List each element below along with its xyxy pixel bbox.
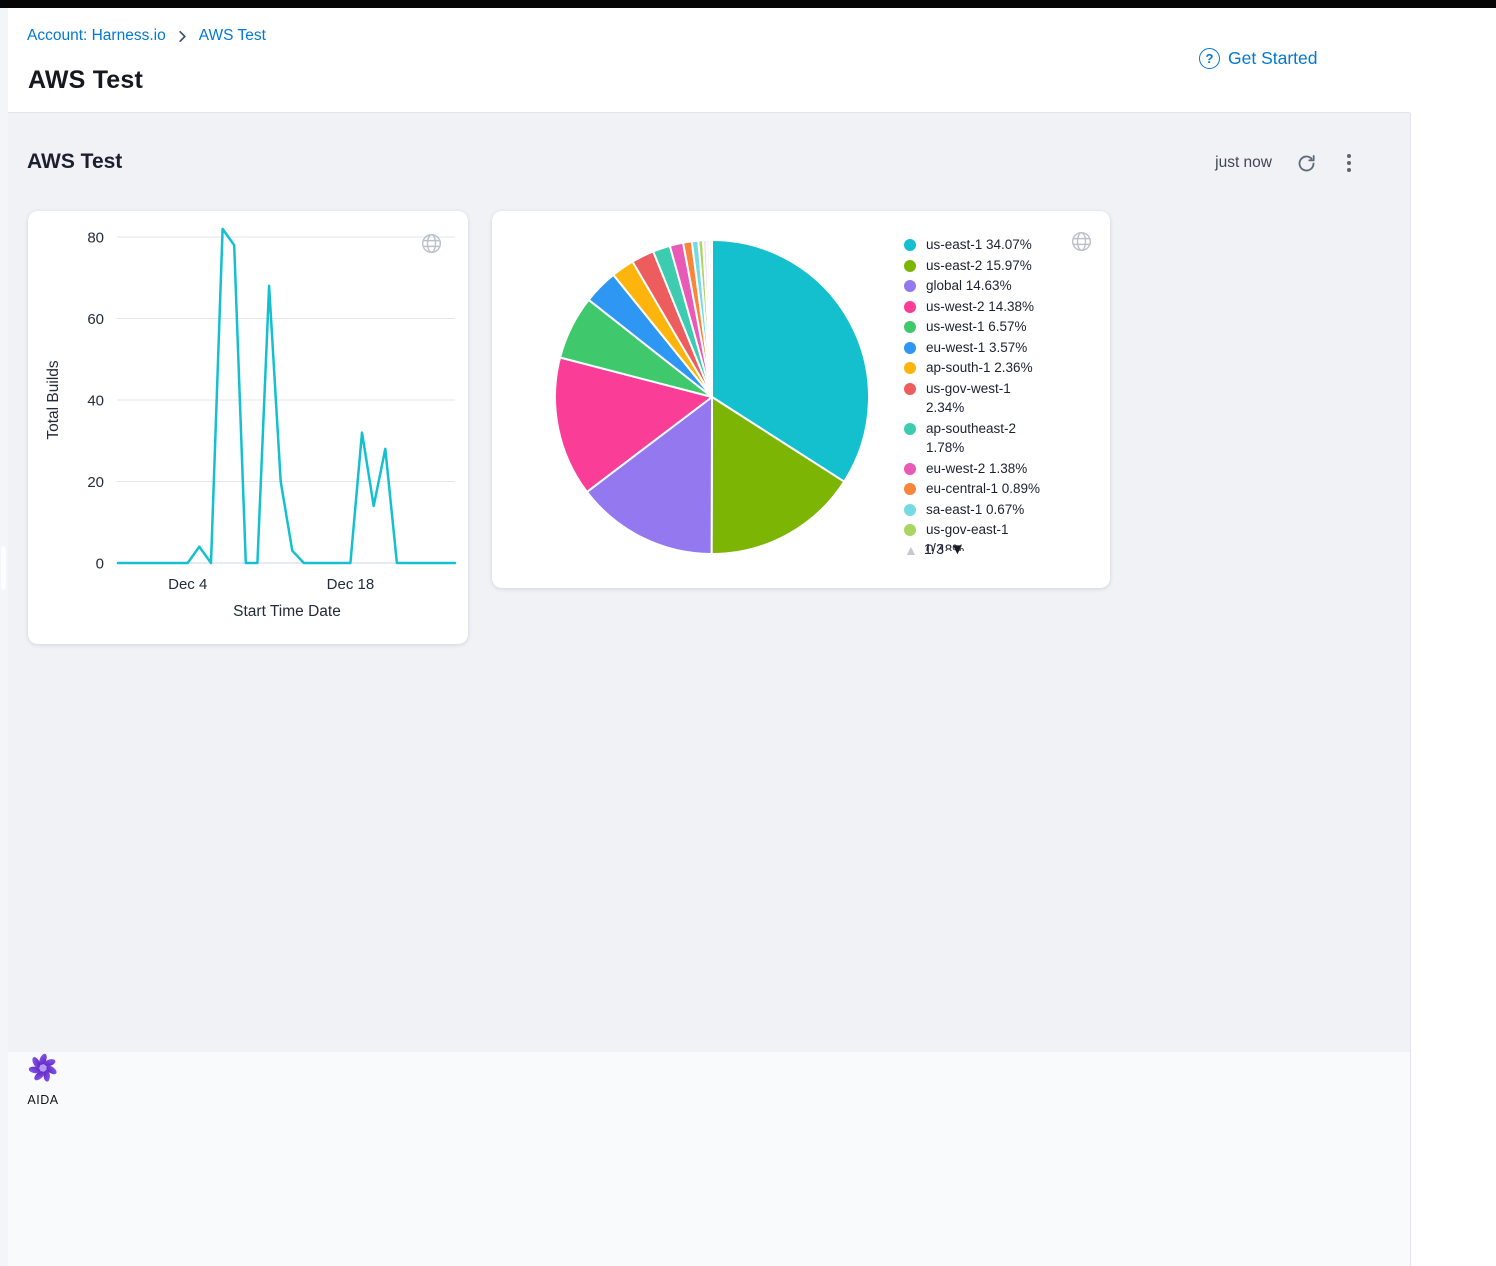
legend-item-us-east-1[interactable]: us-east-1 34.07% (904, 235, 1080, 255)
page-title: AWS Test (28, 66, 143, 95)
legend-color-dot (904, 383, 916, 395)
refresh-button[interactable] (1296, 153, 1317, 174)
breadcrumb-account-link[interactable]: Account: Harness.io (27, 27, 166, 45)
legend-color-dot (904, 504, 916, 516)
dashboard-title: AWS Test (27, 150, 122, 174)
legend-label: eu-west-2 1.38% (926, 459, 1048, 479)
legend-color-dot (904, 483, 916, 495)
total-builds-line-chart: Total Builds Start Time Date 0 20 40 60 80 De… (28, 211, 468, 644)
legend-label: eu-central-1 0.89% (926, 479, 1048, 499)
left-scrollbar-thumb[interactable] (1, 546, 6, 590)
legend-label: sa-east-1 0.67% (926, 500, 1048, 520)
legend-item-us-gov-west-1[interactable]: us-gov-west-1 2.34% (904, 379, 1080, 418)
x-axis-title: Start Time Date (233, 603, 341, 620)
y-tick-label: 40 (87, 393, 104, 410)
breadcrumb: Account: Harness.io AWS Test (27, 27, 266, 45)
legend-label: us-west-1 6.57% (926, 317, 1048, 337)
legend-item-us-east-2[interactable]: us-east-2 15.97% (904, 256, 1080, 276)
legend-page-count: 1/3 (924, 542, 944, 558)
legend-color-dot (904, 342, 916, 354)
legend-item-eu-central-1[interactable]: eu-central-1 0.89% (904, 479, 1080, 499)
globe-timezone-icon (420, 232, 443, 260)
legend-label: global 14.63% (926, 276, 1048, 296)
y-tick-label: 80 (87, 230, 104, 247)
legend-page-up-icon[interactable]: ▲ (904, 542, 918, 558)
x-tick-label: Dec 4 (168, 576, 207, 593)
last-refreshed-text: just now (1215, 154, 1272, 172)
legend-item-eu-west-1[interactable]: eu-west-1 3.57% (904, 338, 1080, 358)
legend-color-dot (904, 423, 916, 435)
legend-label: us-east-2 15.97% (926, 256, 1048, 276)
aida-widget[interactable]: AIDA (0, 1052, 86, 1107)
legend-item-us-west-2[interactable]: us-west-2 14.38% (904, 297, 1080, 317)
legend-label: ap-south-1 2.36% (926, 358, 1048, 378)
total-builds-chart-card: Total Builds Start Time Date 0 20 40 60 80 De… (28, 211, 468, 644)
legend-color-dot (904, 260, 916, 272)
dashboard-canvas-lower (8, 1052, 1410, 1266)
legend-label: us-gov-west-1 2.34% (926, 379, 1048, 418)
legend-color-dot (904, 321, 916, 333)
y-tick-label: 60 (87, 311, 104, 328)
breadcrumb-current-link[interactable]: AWS Test (199, 27, 266, 45)
get-started-button[interactable]: ? Get Started (1199, 48, 1318, 69)
get-started-label: Get Started (1228, 48, 1318, 69)
legend-item-global[interactable]: global 14.63% (904, 276, 1080, 296)
regions-pie-chart (492, 211, 892, 588)
harness-dashboard-page: Account: Harness.io AWS Test AWS Test ? … (0, 0, 1496, 1266)
legend-item-ap-southeast-2[interactable]: ap-southeast-2 1.78% (904, 419, 1080, 458)
right-margin-panel (1410, 113, 1496, 1266)
legend-color-dot (904, 362, 916, 374)
legend-item-eu-west-2[interactable]: eu-west-2 1.38% (904, 459, 1080, 479)
legend-color-dot (904, 239, 916, 251)
dashboard-controls: just now (1215, 152, 1357, 174)
total-builds-series-line (118, 229, 455, 563)
help-question-icon: ? (1199, 48, 1220, 69)
legend-page-down-icon[interactable]: ▼ (950, 541, 965, 558)
page-header: Account: Harness.io AWS Test AWS Test ? … (8, 8, 1496, 112)
chevron-right-icon (175, 29, 190, 44)
pie-legend: us-east-1 34.07%us-east-2 15.97%global 1… (904, 235, 1080, 551)
x-tick-label: Dec 18 (327, 576, 375, 593)
aida-flower-icon (27, 1052, 59, 1089)
legend-item-us-west-1[interactable]: us-west-1 6.57% (904, 317, 1080, 337)
legend-item-sa-east-1[interactable]: sa-east-1 0.67% (904, 500, 1080, 520)
legend-color-dot (904, 301, 916, 313)
legend-color-dot (904, 524, 916, 536)
legend-item-ap-south-1[interactable]: ap-south-1 2.36% (904, 358, 1080, 378)
y-tick-label: 20 (87, 474, 104, 491)
aida-label: AIDA (0, 1093, 86, 1107)
dashboard-menu-button[interactable] (1341, 152, 1357, 174)
kebab-icon (1341, 152, 1357, 174)
legend-pagination: ▲ 1/3 ▼ (904, 541, 965, 558)
regions-pie-chart-card: us-east-1 34.07%us-east-2 15.97%global 1… (492, 211, 1110, 588)
y-axis-title: Total Builds (45, 360, 62, 440)
y-tick-label: 0 (96, 556, 104, 573)
legend-color-dot (904, 280, 916, 292)
legend-label: ap-southeast-2 1.78% (926, 419, 1048, 458)
window-top-bar (0, 0, 1496, 8)
legend-color-dot (904, 463, 916, 475)
legend-label: us-west-2 14.38% (926, 297, 1048, 317)
legend-label: us-east-1 34.07% (926, 235, 1048, 255)
legend-label: eu-west-1 3.57% (926, 338, 1048, 358)
